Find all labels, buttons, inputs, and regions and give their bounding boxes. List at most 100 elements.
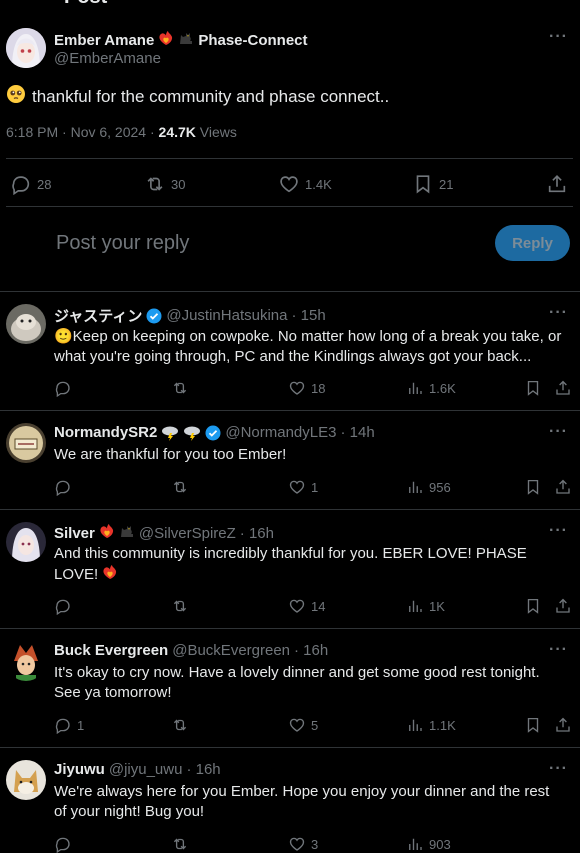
more-options-icon[interactable]: ···: [549, 28, 568, 46]
share-icon: [546, 173, 568, 195]
reply-author-handle[interactable]: @jiyu_uwu: [109, 761, 183, 778]
reply-item[interactable]: NormandySR2 @NormandyLE3 · 14h ··· We ar…: [0, 411, 580, 509]
bookmark-action[interactable]: [524, 478, 542, 496]
reply-action[interactable]: [54, 835, 77, 853]
reply-author-name[interactable]: Silver: [54, 525, 95, 542]
reply-text-wrap: And this community is incredibly thankfu…: [54, 544, 544, 586]
reply-time[interactable]: · 16h: [294, 642, 328, 659]
more-options-icon[interactable]: ···: [549, 760, 568, 778]
bookmark-action[interactable]: [524, 379, 542, 397]
reply-count: 1: [77, 717, 85, 733]
reply-author-name[interactable]: Buck Evergreen: [54, 642, 168, 659]
views-action[interactable]: 1.6K: [406, 379, 456, 397]
reply-author-line[interactable]: Jiyuwu @jiyu_uwu · 16h: [54, 761, 221, 778]
avatar[interactable]: [6, 760, 46, 800]
author-display-name[interactable]: Ember Amane: [54, 32, 154, 49]
reply-author-handle[interactable]: @JustinHatsukina: [166, 307, 287, 324]
views-chart-icon: [406, 716, 424, 734]
share-icon: [554, 478, 572, 496]
lightning-cloud-icon: [184, 426, 201, 441]
repost-icon: [171, 597, 189, 615]
like-action[interactable]: 18: [288, 379, 325, 397]
bookmark-icon: [524, 379, 542, 397]
post-timestamp[interactable]: 6:18 PM · Nov 6, 2024 ·: [6, 124, 155, 140]
author-name-line[interactable]: Ember Amane Phase-Connect: [54, 30, 308, 50]
post-text-row: thankful for the community and phase con…: [6, 84, 389, 110]
repost-action[interactable]: [171, 597, 189, 615]
more-options-icon[interactable]: ···: [549, 423, 568, 441]
reply-author-line[interactable]: Silver @SilverSpireZ · 16h: [54, 523, 274, 543]
reply-author-handle[interactable]: @SilverSpireZ: [139, 525, 236, 542]
share-action[interactable]: [554, 597, 572, 615]
views-action[interactable]: 1.1K: [406, 716, 456, 734]
reply-button[interactable]: Reply: [495, 225, 570, 261]
reply-time[interactable]: · 14h: [340, 424, 374, 441]
repost-icon: [171, 835, 189, 853]
reply-item[interactable]: Jiyuwu @jiyu_uwu · 16h ··· We're always …: [0, 748, 580, 848]
views-chart-icon: [406, 835, 424, 853]
reply-author-line[interactable]: NormandySR2 @NormandyLE3 · 14h: [54, 424, 375, 441]
reply-action[interactable]: [54, 478, 77, 496]
like-action[interactable]: 14: [288, 597, 325, 615]
reply-icon: [54, 379, 72, 397]
avatar[interactable]: [6, 641, 46, 681]
more-options-icon[interactable]: ···: [549, 304, 568, 322]
more-options-icon[interactable]: ···: [549, 522, 568, 540]
reply-author-handle[interactable]: @NormandyLE3: [225, 424, 336, 441]
share-action[interactable]: [546, 173, 568, 195]
bookmark-action[interactable]: [524, 716, 542, 734]
reply-time[interactable]: · 16h: [240, 525, 274, 542]
repost-action[interactable]: 30: [144, 173, 185, 195]
repost-action[interactable]: [171, 478, 189, 496]
bookmark-action[interactable]: [524, 597, 542, 615]
bookmark-count: 21: [439, 176, 454, 192]
avatar[interactable]: [6, 522, 46, 562]
reply-time[interactable]: · 16h: [186, 761, 220, 778]
views-action[interactable]: 903: [406, 835, 451, 853]
reply-action[interactable]: [54, 379, 77, 397]
avatar[interactable]: [6, 423, 46, 463]
reply-action[interactable]: 1: [54, 716, 84, 734]
reply-action[interactable]: 28: [10, 173, 51, 195]
reply-action[interactable]: [54, 597, 77, 615]
share-action[interactable]: [554, 716, 572, 734]
like-action[interactable]: 3: [288, 835, 318, 853]
reply-author-line[interactable]: Buck Evergreen @BuckEvergreen · 16h: [54, 642, 328, 659]
views-count: 1.1K: [429, 717, 456, 733]
more-options-icon[interactable]: ···: [549, 641, 568, 659]
share-action[interactable]: [554, 379, 572, 397]
reply-icon: [10, 173, 32, 195]
pleading-face-icon: [6, 84, 26, 110]
repost-count: 30: [171, 176, 186, 192]
reply-author-handle[interactable]: @BuckEvergreen: [172, 642, 290, 659]
share-action[interactable]: [554, 478, 572, 496]
like-action[interactable]: 5: [288, 716, 318, 734]
reply-text: We are thankful for you too Ember!: [54, 446, 287, 463]
reply-time[interactable]: · 15h: [291, 307, 325, 324]
views-action[interactable]: 956: [406, 478, 451, 496]
bookmark-icon: [524, 716, 542, 734]
reply-author-name[interactable]: Jiyuwu: [54, 761, 105, 778]
repost-action[interactable]: [171, 835, 189, 853]
like-count: 1.4K: [305, 176, 332, 192]
reply-author-name[interactable]: NormandySR2: [54, 424, 157, 441]
heart-icon: [288, 379, 306, 397]
reply-item[interactable]: ジャスティン @JustinHatsukina · 15h ··· 🙂Keep …: [0, 292, 580, 410]
views-action[interactable]: 1K: [406, 597, 445, 615]
reply-item[interactable]: Buck Evergreen @BuckEvergreen · 16h ··· …: [0, 629, 580, 747]
repost-action[interactable]: [171, 379, 189, 397]
bookmark-action[interactable]: 21: [412, 173, 453, 195]
avatar[interactable]: [6, 304, 46, 344]
author-handle[interactable]: @EmberAmane: [54, 50, 161, 67]
views-count: 956: [429, 479, 451, 495]
reply-item[interactable]: Silver @SilverSpireZ · 16h ··· And this …: [0, 510, 580, 628]
like-action[interactable]: 1.4K: [278, 173, 332, 195]
avatar[interactable]: [6, 28, 46, 68]
reply-author-name[interactable]: ジャスティン: [54, 305, 142, 326]
views-chart-icon: [406, 379, 424, 397]
like-action[interactable]: 1: [288, 478, 318, 496]
repost-icon: [171, 716, 189, 734]
reply-author-line[interactable]: ジャスティン @JustinHatsukina · 15h: [54, 305, 326, 326]
repost-action[interactable]: [171, 716, 189, 734]
reply-input[interactable]: Post your reply: [56, 232, 189, 255]
